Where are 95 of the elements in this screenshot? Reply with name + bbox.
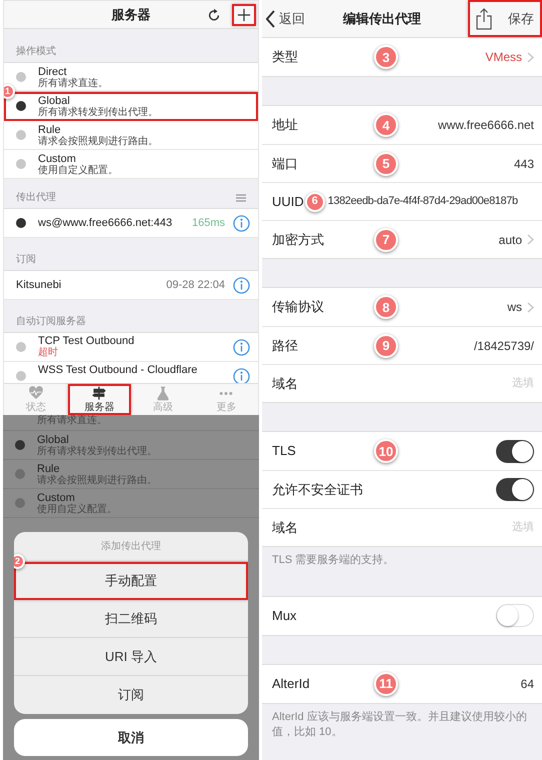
radio-dot [16, 159, 26, 169]
chevron-icon [527, 302, 534, 312]
field-label: 地址 [272, 116, 298, 134]
info-icon[interactable] [233, 214, 250, 232]
mode-description: 所有请求直连。 [38, 78, 108, 88]
section-header: 传出代理 [16, 190, 56, 205]
field-label: 域名 [272, 518, 298, 537]
field-value: 64 [520, 676, 534, 693]
mode-name: Global [38, 94, 71, 106]
field-value: 1382eedb-da7e-4f4f-87d4-29ad00e8187b [328, 194, 518, 210]
toggle-switch[interactable] [496, 478, 534, 501]
chevron-icon [527, 52, 534, 62]
subscription-name: Kitsunebi [16, 279, 62, 291]
radio-dot [16, 101, 26, 111]
footer-note: TLS 需要服务端的支持。 [271, 553, 396, 568]
mode-name: Custom [37, 492, 76, 504]
update-time: 09-28 22:04 [166, 278, 225, 293]
mode-description: 请求会按照规则进行路由。 [37, 474, 157, 486]
mode-name: Global [37, 434, 70, 446]
callout-badge: 10 [374, 439, 398, 463]
field-value[interactable]: ws [507, 298, 522, 316]
field-value: 443 [514, 156, 534, 172]
callout-badge: 11 [374, 672, 398, 696]
callout-badge: 1 [4, 84, 15, 99]
sheet-option[interactable]: 订阅 [14, 676, 248, 714]
field-value[interactable]: auto [498, 230, 522, 248]
field-label: 加密方式 [272, 230, 324, 249]
screen-title: 编辑传出代理 [343, 10, 421, 28]
section-header: 操作模式 [16, 44, 56, 59]
back-icon [266, 10, 276, 28]
field-label: 类型 [272, 48, 298, 66]
field-label: 允许不安全证书 [272, 480, 363, 499]
field-label: 路径 [272, 336, 298, 355]
field-label: 传输协议 [272, 298, 324, 316]
list-icon[interactable] [236, 194, 246, 202]
field-label: AlterId [272, 675, 310, 694]
mode-description: 使用自定义配置。 [37, 504, 117, 514]
input-field[interactable]: 选填 [454, 375, 534, 392]
field-label: TLS [272, 442, 296, 460]
mode-description: 所有请求转发到传出代理。 [38, 106, 158, 118]
field-value: www.free6666.net [438, 117, 534, 134]
callout-badge: 3 [374, 45, 398, 69]
latency-text: 165ms [192, 216, 225, 231]
save-button[interactable]: 保存 [508, 8, 534, 28]
mode-description: 请求会按照规则进行路由。 [38, 136, 158, 146]
server-name: TCP Test Outbound [38, 335, 134, 347]
signpost-icon [90, 386, 108, 401]
info-icon[interactable] [233, 368, 250, 383]
back-button[interactable]: 返回 [266, 8, 305, 28]
heart-icon [26, 386, 45, 401]
section-header: 订阅 [16, 253, 36, 267]
footer-note: AlterId 应该与服务端设置一致。并且建议使用较小的值，比如 10。 [271, 710, 528, 740]
mode-name: Direct [38, 66, 68, 78]
screen-title: 服务器 [112, 6, 150, 24]
server-name: WSS Test Outbound - Cloudflare [38, 364, 198, 376]
mode-description: 使用自定义配置。 [38, 164, 118, 176]
callout-badge: 9 [374, 334, 398, 358]
mode-description: 所有请求直连。 [37, 415, 107, 426]
callout-badge: 2 [14, 554, 25, 569]
sheet-option[interactable]: 扫二维码 [14, 600, 248, 638]
radio-dot [16, 72, 26, 82]
cancel-button[interactable]: 取消 [14, 719, 248, 756]
mode-name: Rule [37, 462, 61, 474]
radio-dot [16, 130, 26, 140]
mode-name: Custom [38, 152, 77, 164]
toggle-switch[interactable] [496, 440, 534, 462]
info-icon[interactable] [233, 339, 250, 356]
share-icon[interactable] [476, 8, 492, 30]
input-field[interactable]: 选填 [454, 519, 534, 536]
mode-list-item[interactable]: Custom 使用自定义配置。 [4, 150, 258, 179]
field-label: UUID [272, 192, 304, 211]
field-value[interactable]: VMess [485, 48, 522, 66]
info-icon[interactable] [233, 276, 250, 294]
refresh-icon [207, 8, 221, 22]
mode-name: Rule [38, 124, 62, 136]
status-text: 超时 [38, 347, 59, 358]
field-label: 域名 [272, 374, 298, 393]
callout-badge: 7 [374, 228, 398, 252]
server-address: ws@www.free6666.net:443 [38, 217, 172, 229]
tab-bar-item[interactable]: 服务器 [68, 384, 131, 415]
callout-badge: 5 [374, 152, 398, 176]
callout-badge: 8 [374, 295, 398, 319]
mode-list-item[interactable]: Rule 请求会按照规则进行路由。 [4, 121, 258, 150]
callout-badge: 6 [304, 192, 325, 212]
field-label: 端口 [272, 154, 298, 173]
field-label: Mux [272, 607, 297, 626]
field-value: /18425739/ [474, 338, 534, 354]
callout-badge: 4 [374, 113, 398, 137]
mode-description: 所有请求转发到传出代理。 [37, 446, 157, 456]
toggle-switch[interactable] [496, 604, 534, 628]
section-header: 自动订阅服务器 [16, 315, 86, 329]
chevron-icon [527, 234, 534, 245]
add-button[interactable] [232, 4, 256, 26]
sheet-option[interactable]: URI 导入 [14, 638, 248, 676]
add-icon [237, 8, 251, 22]
